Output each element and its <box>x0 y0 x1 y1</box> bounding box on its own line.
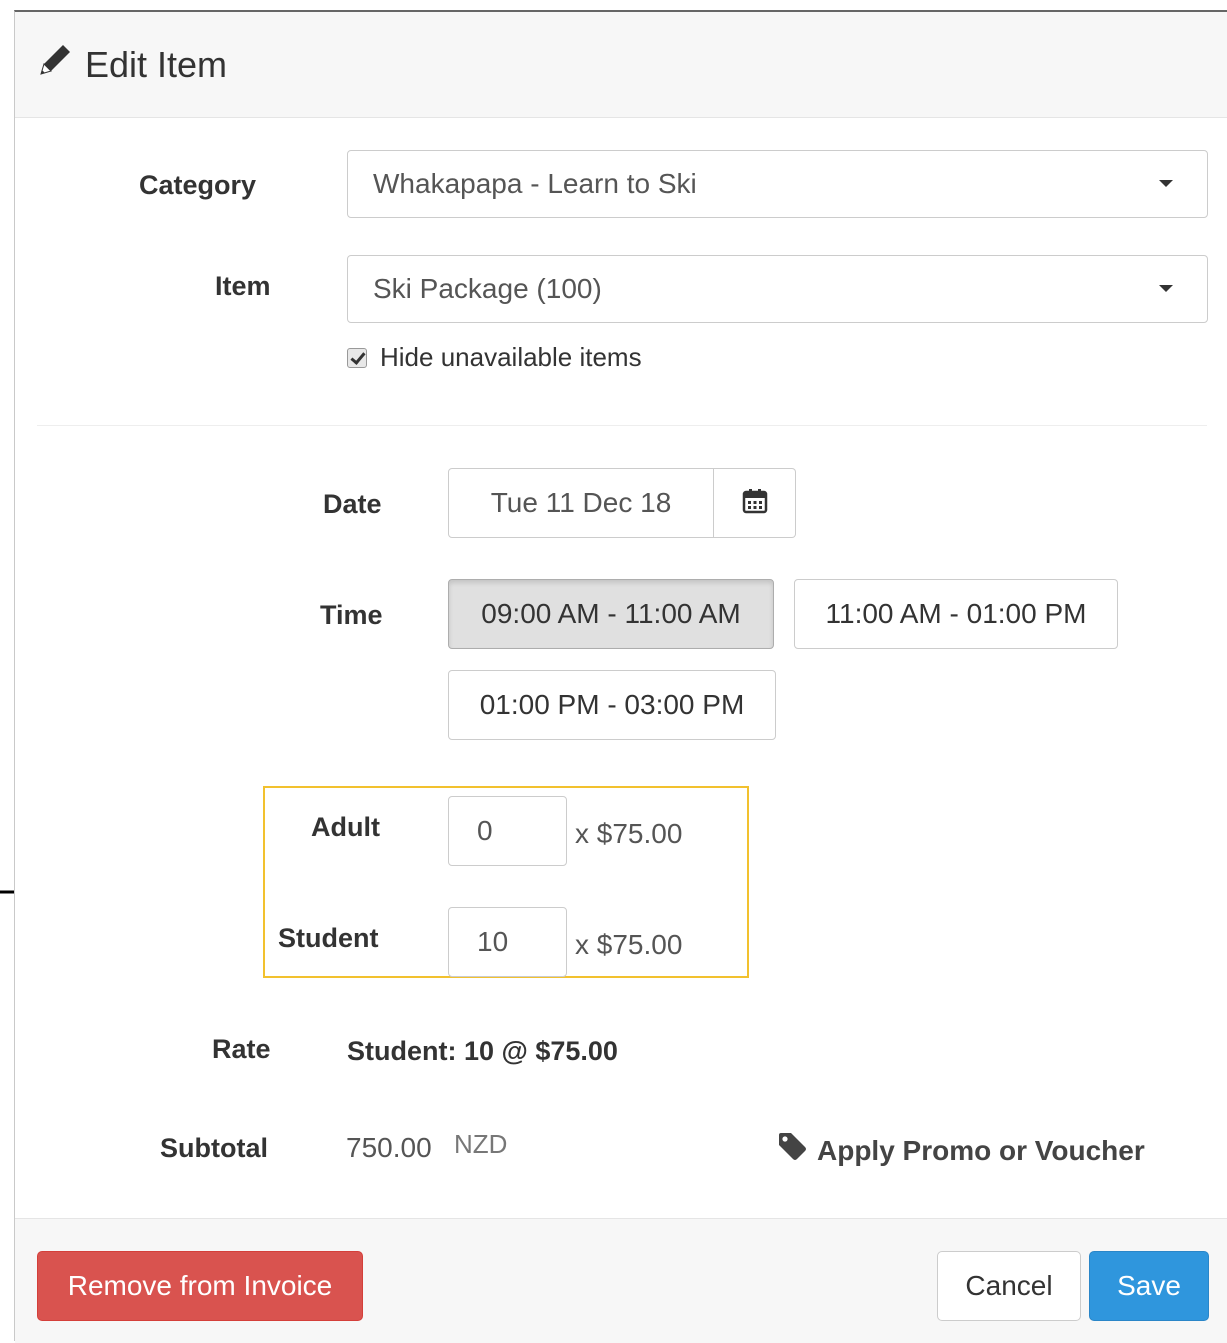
adult-price: x $75.00 <box>575 818 683 849</box>
date-input[interactable]: Tue 11 Dec 18 <box>448 468 714 538</box>
modal-title-text: Edit Item <box>85 43 228 85</box>
student-quantity-input[interactable]: 10 <box>448 907 567 977</box>
subtotal-label: Subtotal <box>160 1133 268 1163</box>
date-picker: Tue 11 Dec 18 <box>448 468 796 538</box>
remove-from-invoice-button[interactable]: Remove from Invoice <box>37 1251 363 1321</box>
subtotal-amount: 750.00 <box>346 1132 432 1163</box>
modal-title: Edit Item <box>37 42 227 87</box>
category-label: Category <box>139 170 257 200</box>
item-label: Item <box>215 271 271 301</box>
calendar-button[interactable] <box>714 468 796 538</box>
chevron-down-icon <box>1159 180 1173 187</box>
adult-label: Adult <box>311 812 380 842</box>
save-button[interactable]: Save <box>1089 1251 1209 1321</box>
calendar-icon <box>741 487 769 520</box>
pencil-icon <box>37 42 85 87</box>
tag-icon <box>777 1132 817 1169</box>
hide-unavailable-row: Hide unavailable items <box>347 342 642 373</box>
student-label: Student <box>278 923 379 953</box>
item-select[interactable]: Ski Package (100) <box>347 255 1208 323</box>
section-divider <box>37 425 1207 426</box>
chevron-down-icon <box>1159 285 1173 292</box>
date-label: Date <box>323 489 382 519</box>
modal-footer: Remove from Invoice Cancel Save <box>15 1218 1227 1343</box>
cancel-button[interactable]: Cancel <box>937 1251 1081 1321</box>
modal-header: Edit Item <box>15 12 1227 118</box>
rate-label: Rate <box>212 1034 271 1064</box>
item-select-value: Ski Package (100) <box>373 273 602 304</box>
subtotal-currency: NZD <box>454 1129 508 1159</box>
student-price: x $75.00 <box>575 929 683 960</box>
time-label: Time <box>320 600 383 630</box>
rate-value: Student: 10 @ $75.00 <box>347 1036 618 1066</box>
category-select-value: Whakapapa - Learn to Ski <box>373 168 697 199</box>
time-slot-1100-1300[interactable]: 11:00 AM - 01:00 PM <box>794 579 1118 649</box>
adult-quantity-input[interactable]: 0 <box>448 796 567 866</box>
edit-item-modal: Edit Item Category Whakapapa - Learn to … <box>14 10 1227 1343</box>
time-slot-0900-1100[interactable]: 09:00 AM - 11:00 AM <box>448 579 774 649</box>
hide-unavailable-label[interactable]: Hide unavailable items <box>380 342 642 373</box>
hide-unavailable-checkbox[interactable] <box>347 347 367 368</box>
apply-promo-link[interactable]: Apply Promo or Voucher <box>777 1132 1145 1169</box>
category-select[interactable]: Whakapapa - Learn to Ski <box>347 150 1208 218</box>
time-slot-1300-1500[interactable]: 01:00 PM - 03:00 PM <box>448 670 776 740</box>
apply-promo-label: Apply Promo or Voucher <box>817 1134 1145 1166</box>
